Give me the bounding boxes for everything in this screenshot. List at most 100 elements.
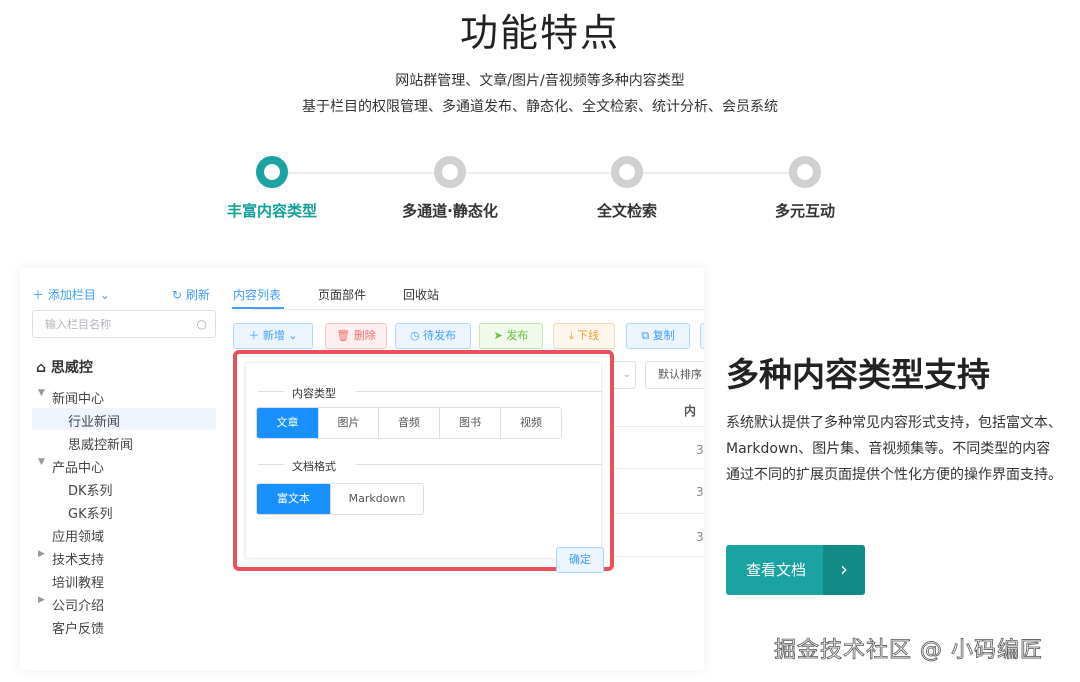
chevron-down-icon: ⌄ (284, 329, 298, 342)
content-type-dialog: 内容类型 文章 图片 音频 图书 视频 文档格式 富文本 Markdown 确定 (233, 350, 614, 573)
step-indicator-dot (434, 156, 466, 188)
trash-icon: 🗑 (336, 329, 354, 342)
tree-item-label: 培训教程 (52, 576, 105, 591)
search-icon[interactable]: ○ (197, 317, 207, 331)
app-screenshot: ＋ 添加栏目 ⌄ ↻ 刷新 ○ ⌂ 思威控 ▼ 新闻中心 行业新闻 思威控新闻 ▼… (20, 268, 704, 670)
tree-item-dk-series[interactable]: DK系列 (68, 480, 113, 499)
column-header: 内 (684, 404, 697, 418)
content-type-article[interactable]: 文章 (257, 408, 319, 438)
tree-item-label: 公司介绍 (52, 599, 105, 614)
tab-content-list[interactable]: 内容列表 (233, 286, 281, 303)
tree-selection-highlight (32, 408, 216, 430)
dialog-body: 内容类型 文章 图片 音频 图书 视频 文档格式 富文本 Markdown 确定 (245, 362, 604, 573)
step-label: 丰富内容类型 (226, 202, 317, 220)
step-interaction[interactable]: 多元互动 (715, 156, 895, 221)
new-button[interactable]: ＋ 新增 ⌄ (233, 323, 313, 349)
tree-item-label: 行业新闻 (68, 415, 121, 430)
table-cell: 3 (696, 530, 704, 544)
tab-recycle-bin[interactable]: 回收站 (403, 286, 439, 303)
table-cell: 3 (696, 443, 704, 457)
doc-format-title: 文档格式 (292, 460, 336, 473)
feature-description: 系统默认提供了多种常见内容形式支持，包括富文本、Markdown、图片集、音视频… (726, 415, 1062, 483)
add-column-label: 添加栏目 (47, 288, 96, 302)
pending-publish-button[interactable]: ◷ 待发布 (395, 323, 471, 349)
section-divider (258, 464, 284, 465)
copy-button-label: 复制 (652, 329, 675, 342)
tree-item-news-center[interactable]: ▼ 新闻中心 (38, 388, 105, 407)
confirm-button[interactable]: 确定 (556, 547, 604, 573)
chevron-down-icon: ⌄ (622, 369, 631, 380)
tree-item-label: 应用领域 (52, 530, 105, 545)
refresh-label: 刷新 (185, 288, 210, 302)
pending-publish-label: 待发布 (423, 329, 457, 342)
tree-item-gk-series[interactable]: GK系列 (68, 503, 113, 522)
tree-item-product-center[interactable]: ▼ 产品中心 (38, 457, 105, 476)
caret-right-icon: ▶ (38, 549, 45, 559)
step-label: 多元互动 (774, 202, 835, 220)
subtitle-line-2: 基于栏目的权限管理、多通道发布、静态化、全文检索、统计分析、会员系统 (302, 99, 778, 115)
tree-item-label: 产品中心 (52, 461, 105, 476)
delete-button-label: 删除 (353, 329, 376, 342)
plus-icon: ＋ (32, 288, 45, 302)
tree-item-industry-news[interactable]: 行业新闻 (68, 411, 120, 430)
plus-icon: ＋ (248, 329, 263, 342)
step-indicator-dot (256, 156, 288, 188)
refresh-button[interactable]: ↻ 刷新 (172, 286, 210, 303)
publish-button[interactable]: ➤ 发布 (479, 323, 543, 349)
content-type-image[interactable]: 图片 (319, 408, 379, 438)
section-divider (258, 391, 284, 392)
offline-button-label: 下线 (577, 329, 600, 342)
tree-root-label: 思威控 (50, 360, 93, 376)
tree-item-tech-support[interactable]: ▶ 技术支持 (38, 549, 105, 568)
step-label: 多通道·静态化 (402, 202, 498, 220)
content-type-audio[interactable]: 音频 (379, 408, 440, 438)
section-divider (356, 464, 602, 465)
step-rich-content-types[interactable]: 丰富内容类型 (182, 156, 362, 221)
table-cell: 3 (696, 485, 704, 499)
tab-page-widgets[interactable]: 页面部件 (318, 286, 366, 303)
copy-icon: ⧉ (641, 329, 653, 342)
copy-button[interactable]: ⧉ 复制 (626, 323, 690, 349)
feature-title: 多种内容类型支持 (726, 355, 990, 394)
doc-format-richtext[interactable]: 富文本 (257, 484, 331, 514)
tree-item-feedback[interactable]: 客户反馈 (52, 618, 104, 637)
tree-root[interactable]: ⌂ 思威控 (36, 357, 93, 377)
content-type-segmented: 文章 图片 音频 图书 视频 (256, 407, 562, 439)
tree-item-label: 技术支持 (52, 553, 105, 568)
content-type-book[interactable]: 图书 (440, 408, 501, 438)
offline-button[interactable]: ⤓ 下线 (553, 323, 615, 349)
sort-select[interactable]: 默认排序 (645, 361, 704, 389)
view-docs-button[interactable]: 查看文档 › (726, 545, 865, 595)
tree-item-label: GK系列 (68, 507, 113, 522)
tree-item-training[interactable]: 培训教程 (52, 572, 104, 591)
step-fulltext-search[interactable]: 全文检索 (537, 156, 717, 221)
clock-icon: ◷ (409, 329, 424, 342)
delete-button[interactable]: 🗑 删除 (325, 323, 387, 349)
caret-down-icon: ▼ (38, 388, 45, 398)
view-docs-label: 查看文档 (746, 561, 807, 579)
section-divider (356, 391, 602, 392)
step-multichannel-static[interactable]: 多通道·静态化 (360, 156, 540, 221)
column-search-input[interactable] (33, 311, 183, 337)
caret-down-icon: ▼ (38, 457, 45, 467)
chevron-right-icon: › (823, 545, 865, 595)
home-icon: ⌂ (36, 360, 47, 376)
step-indicator-dot (611, 156, 643, 188)
add-column-button[interactable]: ＋ 添加栏目 ⌄ (32, 286, 110, 303)
step-label: 全文检索 (596, 202, 657, 220)
tree-item-label: 思威控新闻 (68, 438, 134, 453)
chevron-down-icon: ⌄ (99, 288, 110, 302)
publish-button-label: 发布 (506, 329, 529, 342)
refresh-icon: ↻ (172, 288, 183, 302)
more-toolbar-button[interactable] (700, 323, 704, 349)
tree-item-label: 新闻中心 (52, 392, 105, 407)
content-type-video[interactable]: 视频 (501, 408, 561, 438)
caret-right-icon: ▶ (38, 595, 45, 605)
new-button-label: 新增 (262, 329, 285, 342)
tree-item-applications[interactable]: 应用领域 (52, 526, 104, 545)
tree-item-label: DK系列 (68, 484, 113, 499)
tree-item-company-intro[interactable]: ▶ 公司介绍 (38, 595, 105, 614)
step-indicator-dot (789, 156, 821, 188)
tree-item-company-news[interactable]: 思威控新闻 (68, 434, 133, 453)
doc-format-markdown[interactable]: Markdown (331, 484, 423, 514)
